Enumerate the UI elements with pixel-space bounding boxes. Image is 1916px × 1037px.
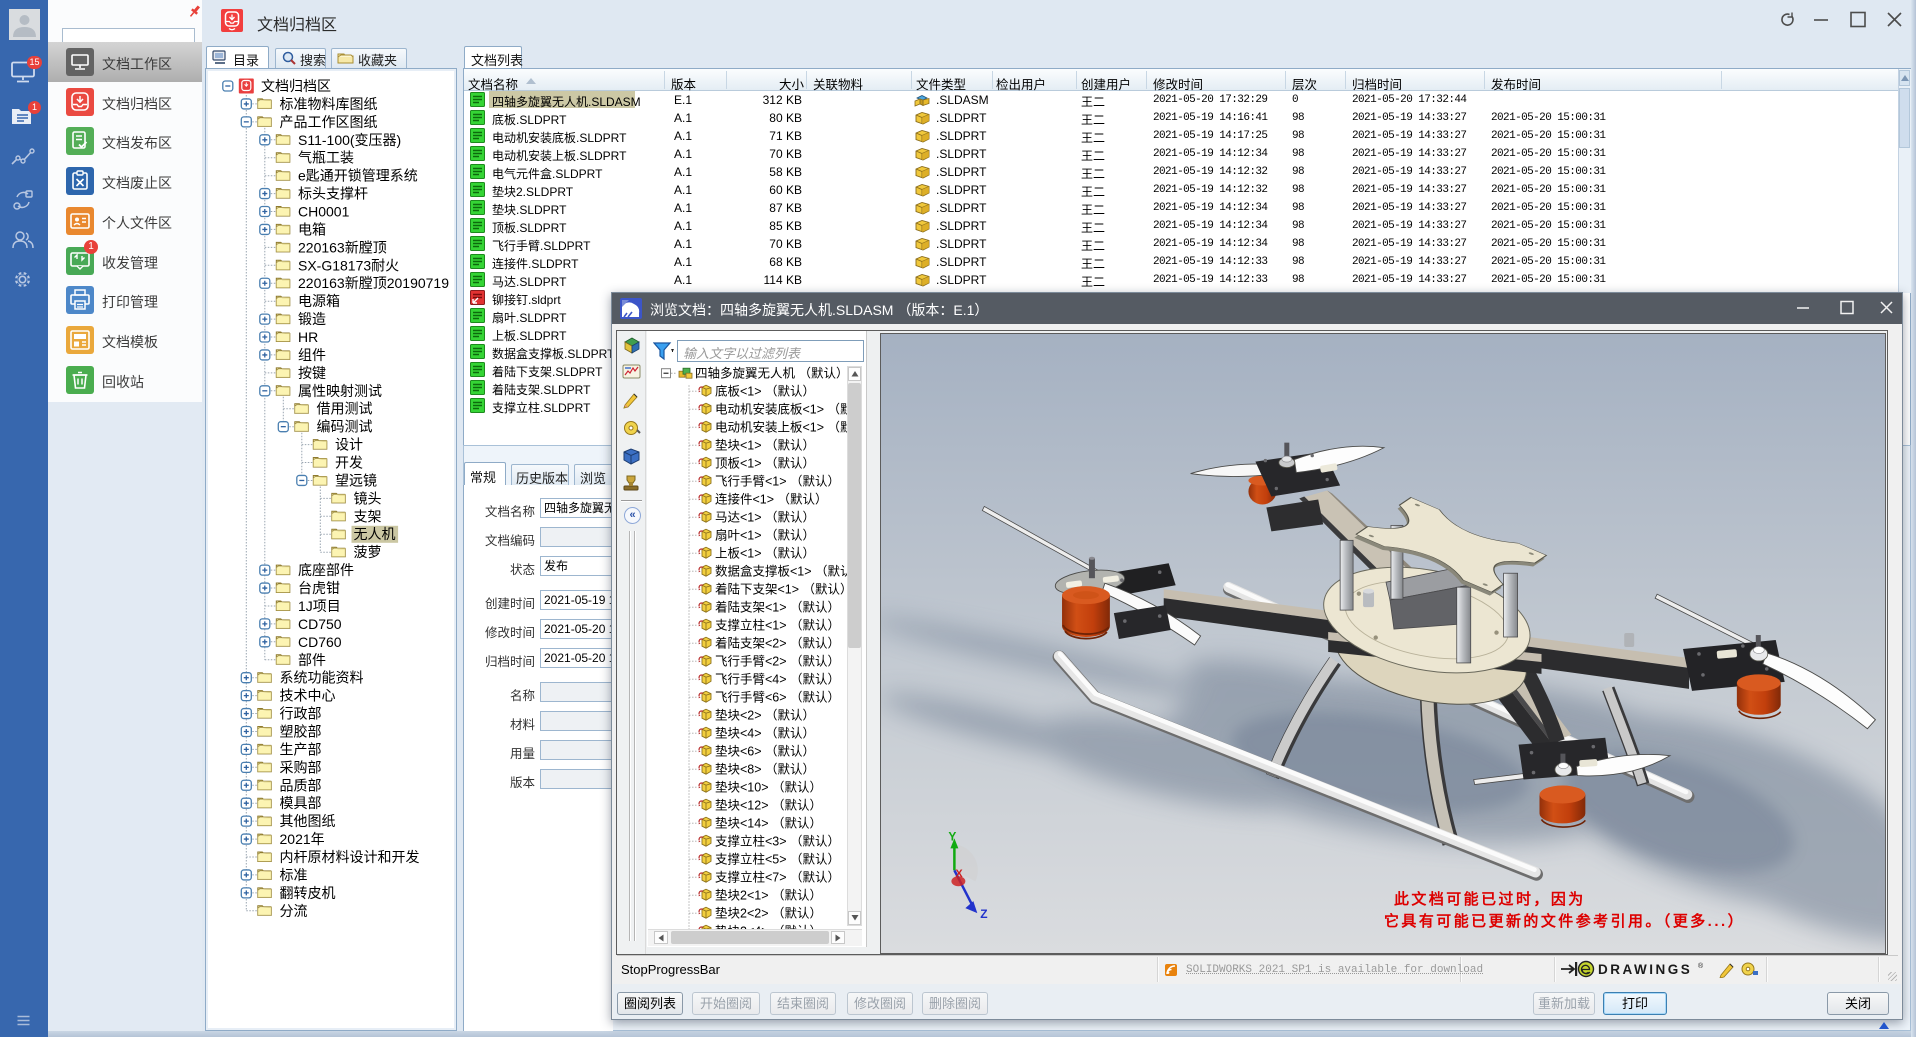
svg-text:分流: 分流 [280,903,308,919]
svg-text:顶板<1> （默认）: 顶板<1> （默认） [715,456,815,471]
svg-text:着陆支架<2> （默认）: 着陆支架<2> （默认） [715,636,840,651]
svg-text:2021年: 2021年 [280,831,325,847]
svg-text:系统功能资料: 系统功能资料 [280,670,364,686]
svg-text:借用测试: 借用测试 [317,401,373,417]
svg-text:扇叶<1> （默认）: 扇叶<1> （默认） [715,528,815,543]
svg-text:DRAWINGS: DRAWINGS [1598,962,1692,977]
svg-text:垫块<14> （默认）: 垫块<14> （默认） [715,816,822,831]
svg-text:SX-G18173耐火: SX-G18173耐火 [298,257,399,273]
svg-text:垫块<2> （默认）: 垫块<2> （默认） [715,708,815,723]
svg-text:属性映射测试: 属性映射测试 [298,383,382,399]
svg-text:标头支撑杆: 标头支撑杆 [298,186,368,202]
svg-text:气瓶工装: 气瓶工装 [298,150,354,166]
svg-text:锻造: 锻造 [298,311,326,327]
svg-text:垫块<4> （默认）: 垫块<4> （默认） [715,726,815,741]
svg-text:生产部: 生产部 [280,741,322,757]
svg-text:文档归档区: 文档归档区 [261,78,331,94]
svg-text:翻转皮机: 翻转皮机 [280,885,336,901]
svg-text:CD760: CD760 [298,634,342,650]
svg-text:电源箱: 电源箱 [298,293,340,309]
svg-text:编码测试: 编码测试 [317,419,373,435]
svg-text:220163新膛顶: 220163新膛顶 [298,239,387,255]
svg-text:四轴多旋翼无人机 （默认）: 四轴多旋翼无人机 （默认） [695,366,847,381]
svg-text:设计: 设计 [335,437,363,453]
svg-text:它具有可能已更新的文件参考引用。（更多...）: 它具有可能已更新的文件参考引用。（更多...） [1384,912,1745,930]
svg-text:e匙通开锁管理系统: e匙通开锁管理系统 [298,168,418,184]
svg-text:技术中心: 技术中心 [280,688,336,704]
svg-text:着陆支架<1> （默认）: 着陆支架<1> （默认） [715,600,840,615]
svg-text:®: ® [1698,962,1704,970]
svg-text:220163新膛顶20190719: 220163新膛顶20190719 [298,275,449,291]
svg-text:Y: Y [948,829,956,843]
svg-text:垫块2<1> （默认）: 垫块2<1> （默认） [715,888,822,903]
svg-text:飞行手臂<1> （默认）: 飞行手臂<1> （默认） [715,474,840,489]
svg-text:镜头: 镜头 [354,490,382,506]
svg-text:支架: 支架 [354,508,382,524]
svg-text:部件: 部件 [298,652,326,668]
svg-text:塑胶部: 塑胶部 [280,724,322,740]
svg-text:标准: 标准 [280,867,308,883]
svg-text:CH0001: CH0001 [298,204,350,220]
svg-text:马达<1> （默认）: 马达<1> （默认） [715,510,815,525]
svg-text:垫块<6> （默认）: 垫块<6> （默认） [715,744,815,759]
svg-text:望远镜: 望远镜 [335,473,377,489]
svg-text:台虎钳: 台虎钳 [298,580,340,596]
svg-text:上板<1> （默认）: 上板<1> （默认） [715,546,815,561]
svg-text:垫块2<2> （默认）: 垫块2<2> （默认） [715,906,822,921]
svg-text:支撑立柱<3> （默认）: 支撑立柱<3> （默认） [715,834,840,849]
svg-text:菠萝: 菠萝 [354,544,382,560]
svg-text:着陆下支架<1> （默认）: 着陆下支架<1> （默认） [715,582,847,597]
svg-text:CD750: CD750 [298,616,342,632]
svg-text:垫块<10> （默认）: 垫块<10> （默认） [715,780,822,795]
svg-text:Z: Z [980,907,987,921]
svg-text:飞行手臂<6> （默认）: 飞行手臂<6> （默认） [715,690,840,705]
svg-text:内杆原材料设计和开发: 内杆原材料设计和开发 [280,849,420,865]
svg-text:飞行手臂<4> （默认）: 飞行手臂<4> （默认） [715,672,840,687]
svg-text:HR: HR [298,329,318,345]
svg-text:垫块<1> （默认）: 垫块<1> （默认） [715,438,815,453]
svg-text:底座部件: 底座部件 [298,562,354,578]
svg-text:S11-100(变压器): S11-100(变压器) [298,132,401,148]
svg-text:开发: 开发 [335,455,363,471]
svg-text:飞行手臂<2> （默认）: 飞行手臂<2> （默认） [715,654,840,669]
svg-text:垫块<12> （默认）: 垫块<12> （默认） [715,798,822,813]
svg-text:采购部: 采购部 [280,759,322,775]
svg-text:电箱: 电箱 [298,221,326,237]
svg-text:支撑立柱<5> （默认）: 支撑立柱<5> （默认） [715,852,840,867]
svg-text:支撑立柱<7> （默认）: 支撑立柱<7> （默认） [715,870,840,885]
svg-text:标准物料库图纸: 标准物料库图纸 [280,96,378,112]
svg-text:无人机: 无人机 [354,526,396,542]
svg-text:连接件<1> （默认）: 连接件<1> （默认） [715,492,828,507]
svg-text:按键: 按键 [298,365,326,381]
svg-text:电动机安装底板<1> （默认）: 电动机安装底板<1> （默认） [715,402,847,417]
svg-text:数据盒支撑板<1> （默认）: 数据盒支撑板<1> （默认） [715,564,847,579]
svg-text:1J项目: 1J项目 [298,598,341,614]
svg-text:模具部: 模具部 [280,795,322,811]
svg-text:品质部: 品质部 [280,777,322,793]
svg-text:其他图纸: 其他图纸 [280,813,336,829]
svg-text:组件: 组件 [298,347,326,363]
svg-text:此文档可能已过时，因为: 此文档可能已过时，因为 [1394,890,1586,908]
svg-text:垫块<8> （默认）: 垫块<8> （默认） [715,762,815,777]
svg-text:X: X [955,868,963,880]
svg-text:产品工作区图纸: 产品工作区图纸 [280,114,378,130]
svg-text:行政部: 行政部 [280,706,322,722]
svg-text:支撑立柱<1> （默认）: 支撑立柱<1> （默认） [715,618,840,633]
svg-text:底板<1> （默认）: 底板<1> （默认） [715,384,815,399]
svg-text:电动机安装上板<1> （默认）: 电动机安装上板<1> （默认） [715,420,847,435]
